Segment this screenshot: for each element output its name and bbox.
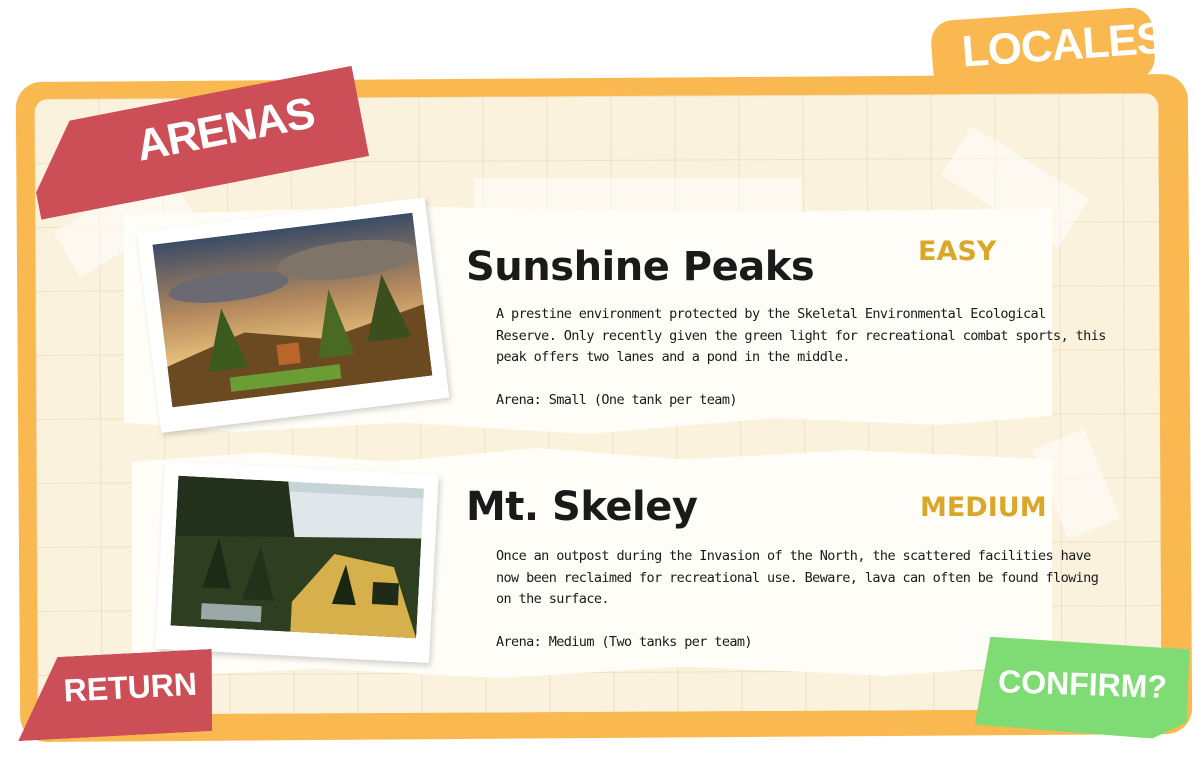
arena-name: Mt. Skeley — [466, 484, 698, 530]
arena-photo — [155, 460, 439, 664]
arena-description: A prestine environment protected by the … — [496, 304, 1106, 369]
confirm-button[interactable]: CONFIRM? — [974, 636, 1189, 739]
arena-size: Arena: Small (One tank per team) — [496, 392, 737, 408]
arena-name: Sunshine Peaks — [466, 244, 815, 290]
description-line: Reserve. Only recently given the green l… — [496, 327, 1106, 344]
return-button-label: RETURN — [62, 665, 198, 709]
description-line: peak offers two lanes and a pond in the … — [496, 349, 850, 365]
confirm-button-label: CONFIRM? — [997, 663, 1168, 705]
category-title: LOCALES — [960, 13, 1167, 77]
description-line: Once an outpost during the Invasion of t… — [496, 548, 1091, 564]
arena-photo — [136, 197, 450, 433]
arena-size: Arena: Medium (Two tanks per team) — [496, 634, 753, 650]
arena-preview-image — [170, 475, 425, 639]
difficulty-label: MEDIUM — [920, 492, 1047, 523]
arena-preview-image — [152, 212, 433, 408]
description-line: on the surface. — [496, 591, 610, 607]
difficulty-label: EASY — [918, 236, 997, 267]
arena-description: Once an outpost during the Invasion of t… — [496, 546, 1099, 611]
description-line: A prestine environment protected by the … — [496, 306, 1046, 322]
description-line: now been reclaimed for recreational use.… — [496, 569, 1099, 586]
